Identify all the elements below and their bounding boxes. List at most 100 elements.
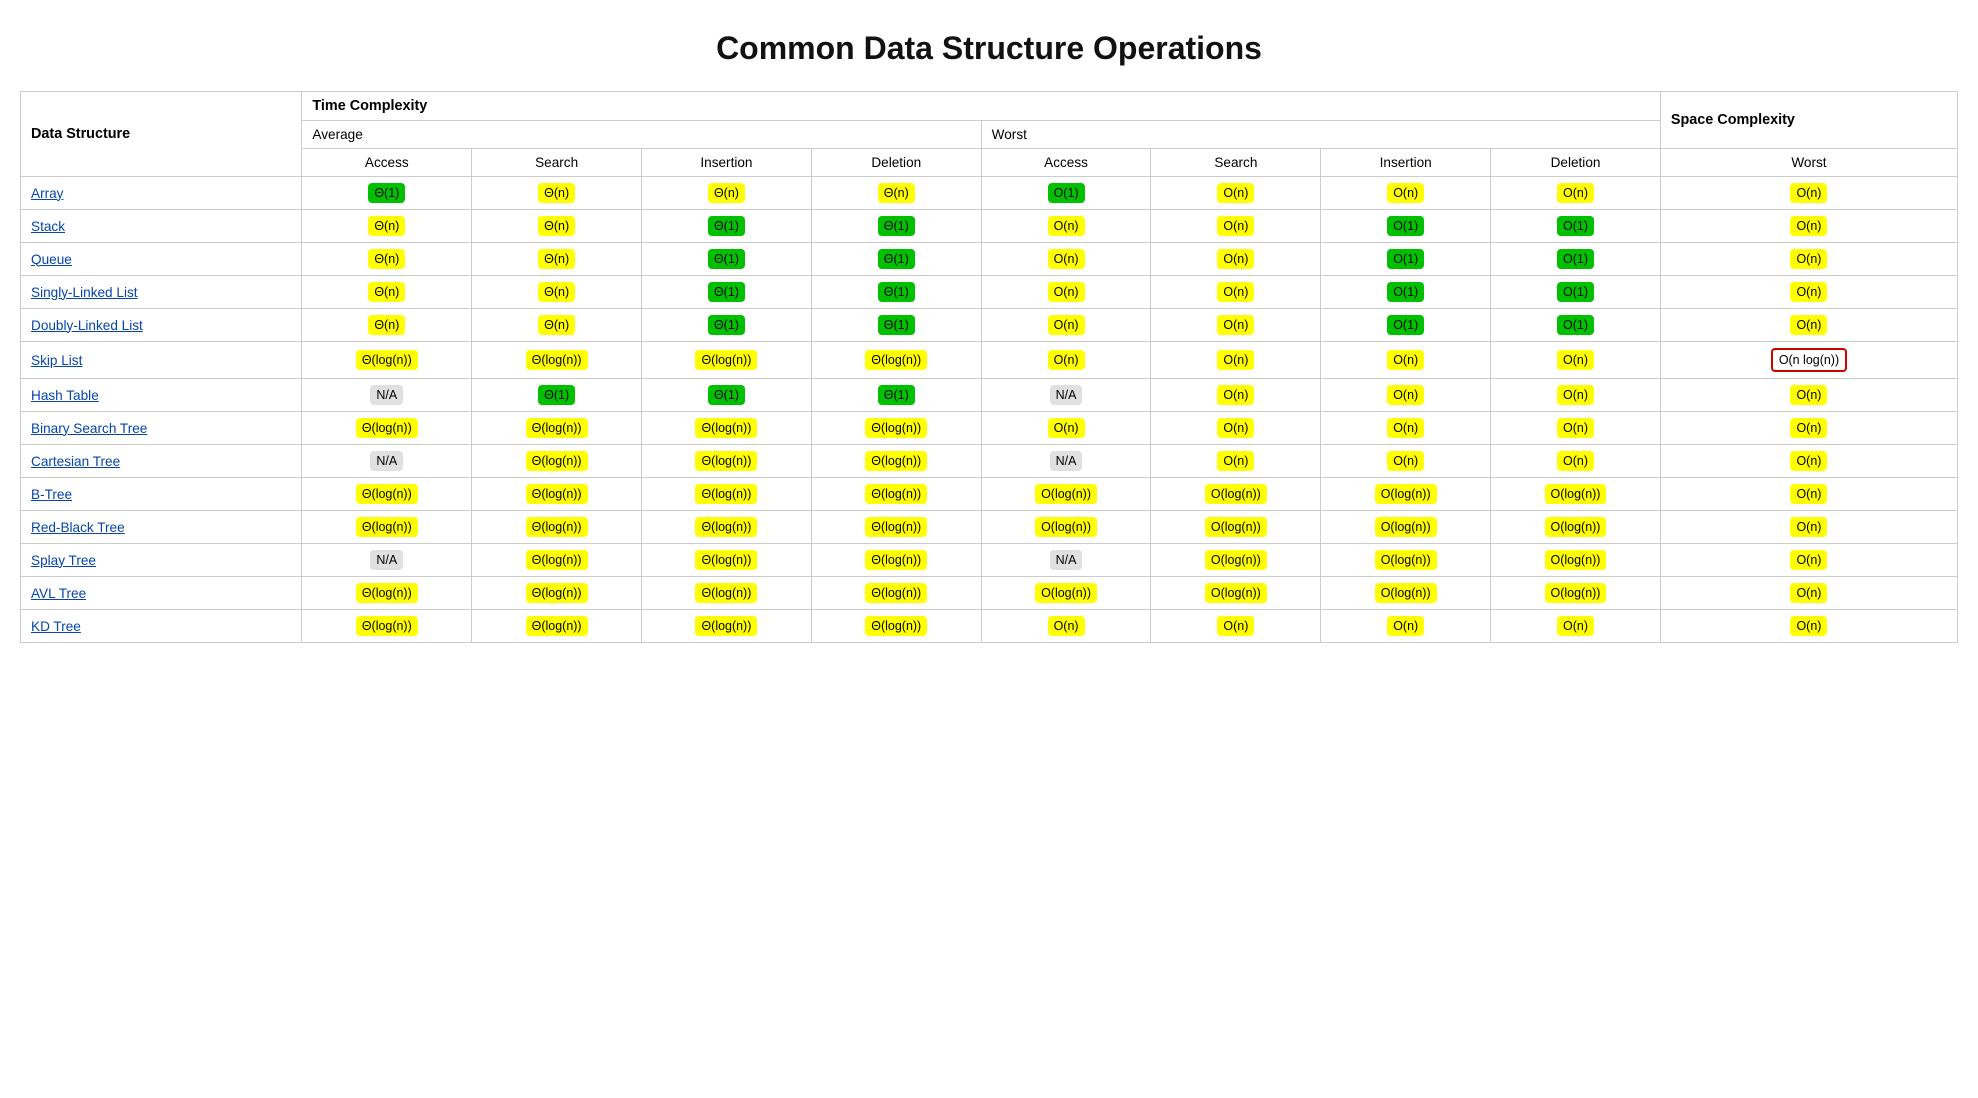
badge: Θ(1): [878, 216, 915, 236]
badge: O(n): [1387, 385, 1424, 405]
badge: O(1): [1387, 249, 1424, 269]
avg-cell-0: Θ(log(n)): [302, 511, 472, 544]
ds-name-cell[interactable]: Red-Black Tree: [21, 511, 302, 544]
badge: O(log(n)): [1035, 484, 1097, 504]
worst-cell-3: O(n): [1491, 412, 1661, 445]
avg-cell-1: Θ(log(n)): [472, 478, 642, 511]
ds-link[interactable]: Binary Search Tree: [31, 421, 147, 436]
worst-cell-3: O(log(n)): [1491, 511, 1661, 544]
header-worst: Worst: [981, 121, 1660, 149]
avg-cell-1: Θ(log(n)): [472, 544, 642, 577]
ds-name-cell[interactable]: AVL Tree: [21, 577, 302, 610]
badge: Θ(1): [878, 249, 915, 269]
worst-cell-3: O(1): [1491, 243, 1661, 276]
badge: O(n): [1217, 451, 1254, 471]
avg-cell-0: Θ(n): [302, 309, 472, 342]
table-row: Doubly-Linked ListΘ(n)Θ(n)Θ(1)Θ(1)O(n)O(…: [21, 309, 1958, 342]
badge: N/A: [370, 550, 403, 570]
ds-link[interactable]: Hash Table: [31, 388, 99, 403]
worst-cell-0: O(log(n)): [981, 511, 1151, 544]
ds-link[interactable]: KD Tree: [31, 619, 81, 634]
worst-cell-2: O(n): [1321, 412, 1491, 445]
ds-link[interactable]: Array: [31, 186, 63, 201]
ds-name-cell[interactable]: Splay Tree: [21, 544, 302, 577]
ds-link[interactable]: Splay Tree: [31, 553, 96, 568]
badge: Θ(1): [878, 315, 915, 335]
worst-cell-3: O(1): [1491, 276, 1661, 309]
complexity-table: Data Structure Time Complexity Space Com…: [20, 91, 1958, 643]
badge: Θ(log(n)): [526, 616, 588, 636]
col-worst-search: Search: [1151, 149, 1321, 177]
worst-cell-1: O(n): [1151, 177, 1321, 210]
ds-name-cell[interactable]: Singly-Linked List: [21, 276, 302, 309]
ds-name-cell[interactable]: Skip List: [21, 342, 302, 379]
space-cell: O(n): [1660, 478, 1957, 511]
space-badge: O(n): [1790, 616, 1827, 636]
ds-link[interactable]: Stack: [31, 219, 65, 234]
worst-cell-3: O(log(n)): [1491, 544, 1661, 577]
avg-cell-2: Θ(log(n)): [642, 478, 812, 511]
worst-cell-2: O(n): [1321, 379, 1491, 412]
space-cell: O(n): [1660, 577, 1957, 610]
space-badge: O(n): [1790, 385, 1827, 405]
badge: O(1): [1557, 249, 1594, 269]
worst-cell-2: O(1): [1321, 243, 1491, 276]
ds-link[interactable]: Red-Black Tree: [31, 520, 125, 535]
ds-link[interactable]: Doubly-Linked List: [31, 318, 143, 333]
space-cell: O(n): [1660, 445, 1957, 478]
badge: O(log(n)): [1375, 517, 1437, 537]
header-average: Average: [302, 121, 981, 149]
badge: Θ(log(n)): [865, 484, 927, 504]
ds-link[interactable]: Cartesian Tree: [31, 454, 120, 469]
badge: Θ(log(n)): [356, 583, 418, 603]
badge: Θ(log(n)): [356, 418, 418, 438]
space-badge: O(n): [1790, 282, 1827, 302]
badge: Θ(log(n)): [865, 583, 927, 603]
col-worst-access: Access: [981, 149, 1151, 177]
header-data-structure: Data Structure: [21, 92, 302, 177]
ds-link[interactable]: B-Tree: [31, 487, 72, 502]
badge: Θ(1): [538, 385, 575, 405]
ds-name-cell[interactable]: Queue: [21, 243, 302, 276]
ds-name-cell[interactable]: Cartesian Tree: [21, 445, 302, 478]
badge: O(n): [1557, 616, 1594, 636]
badge: Θ(n): [368, 315, 405, 335]
ds-name-cell[interactable]: Binary Search Tree: [21, 412, 302, 445]
space-badge: O(n): [1790, 249, 1827, 269]
worst-cell-2: O(1): [1321, 276, 1491, 309]
worst-cell-1: O(log(n)): [1151, 544, 1321, 577]
ds-name-cell[interactable]: KD Tree: [21, 610, 302, 643]
space-cell: O(n): [1660, 309, 1957, 342]
ds-link[interactable]: Singly-Linked List: [31, 285, 138, 300]
avg-cell-3: Θ(log(n)): [811, 610, 981, 643]
ds-name-cell[interactable]: Array: [21, 177, 302, 210]
avg-cell-0: Θ(n): [302, 210, 472, 243]
ds-name-cell[interactable]: B-Tree: [21, 478, 302, 511]
ds-name-cell[interactable]: Stack: [21, 210, 302, 243]
worst-cell-2: O(n): [1321, 342, 1491, 379]
avg-cell-1: Θ(n): [472, 243, 642, 276]
badge: O(log(n)): [1545, 484, 1607, 504]
space-badge: O(n): [1790, 451, 1827, 471]
ds-link[interactable]: AVL Tree: [31, 586, 86, 601]
ds-name-cell[interactable]: Doubly-Linked List: [21, 309, 302, 342]
badge: O(log(n)): [1205, 484, 1267, 504]
badge: O(n): [1557, 451, 1594, 471]
space-cell: O(n): [1660, 544, 1957, 577]
worst-cell-2: O(log(n)): [1321, 478, 1491, 511]
avg-cell-2: Θ(log(n)): [642, 412, 812, 445]
worst-cell-3: O(n): [1491, 445, 1661, 478]
space-badge: O(n): [1790, 484, 1827, 504]
badge: O(1): [1557, 282, 1594, 302]
space-badge: O(n): [1790, 183, 1827, 203]
badge: O(1): [1048, 183, 1085, 203]
avg-cell-3: Θ(log(n)): [811, 478, 981, 511]
badge: Θ(log(n)): [695, 517, 757, 537]
ds-link[interactable]: Queue: [31, 252, 72, 267]
ds-name-cell[interactable]: Hash Table: [21, 379, 302, 412]
worst-cell-0: O(1): [981, 177, 1151, 210]
worst-cell-0: O(n): [981, 610, 1151, 643]
ds-link[interactable]: Skip List: [31, 353, 82, 368]
avg-cell-2: Θ(log(n)): [642, 577, 812, 610]
badge: O(n): [1048, 249, 1085, 269]
